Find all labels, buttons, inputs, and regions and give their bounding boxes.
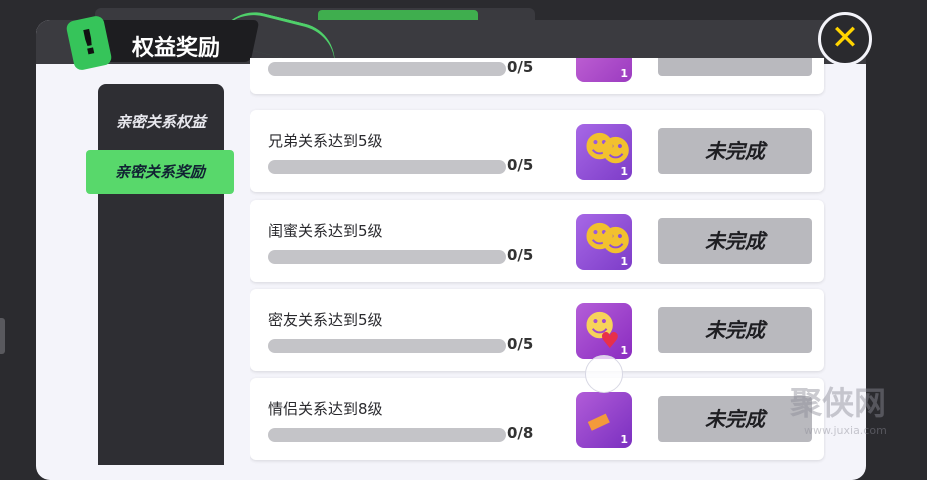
watermark: 聚侠网 www.juxia.com xyxy=(790,384,887,437)
task-row: 0/5 1 xyxy=(250,58,824,94)
besties-icon[interactable]: ☻ ☻ 1 xyxy=(576,214,632,270)
close-button[interactable]: ✕ xyxy=(818,12,872,66)
incomplete-button[interactable]: 未完成 xyxy=(658,396,812,442)
panel-header: ! 权益奖励 xyxy=(30,4,343,72)
task-row: 情侣关系达到8级 0/8 ▬ 1 未完成 xyxy=(250,378,824,460)
task-label: 兄弟关系达到5级 xyxy=(268,132,383,150)
touch-indicator xyxy=(585,355,623,393)
task-row: 兄弟关系达到5级 0/5 ☻ ☻ 1 未完成 xyxy=(250,110,824,192)
task-label: 闺蜜关系达到5级 xyxy=(268,222,383,240)
close-friends-icon[interactable]: ☻ ♥ 1 xyxy=(576,303,632,359)
progress-bar xyxy=(268,250,506,264)
progress-bar xyxy=(268,339,506,353)
page-title: 权益奖励 xyxy=(132,36,221,61)
status-button[interactable] xyxy=(658,58,812,76)
progress-text: 0/5 xyxy=(507,335,534,353)
incomplete-button[interactable]: 未完成 xyxy=(658,218,812,264)
progress-bar xyxy=(268,428,506,442)
progress-bar xyxy=(268,62,506,76)
tab-intimacy-rights[interactable]: 亲密关系权益 xyxy=(98,100,224,144)
brothers-icon[interactable]: ☻ ☻ 1 xyxy=(576,124,632,180)
task-row: 密友关系达到5级 0/5 ☻ ♥ 1 未完成 xyxy=(250,289,824,371)
task-label: 密友关系达到5级 xyxy=(268,311,383,329)
task-list[interactable]: 0/5 1 兄弟关系达到5级 0/5 ☻ ☻ 1 未完成 闺蜜关系达到5级 0/5… xyxy=(250,58,826,465)
incomplete-button[interactable]: 未完成 xyxy=(658,128,812,174)
left-edge-handle xyxy=(0,318,5,354)
task-row: 闺蜜关系达到5级 0/5 ☻ ☻ 1 未完成 xyxy=(250,200,824,282)
pink-item-icon[interactable]: 1 xyxy=(576,58,632,82)
progress-text: 0/5 xyxy=(507,58,534,76)
progress-text: 0/8 xyxy=(507,424,534,442)
incomplete-button[interactable]: 未完成 xyxy=(658,307,812,353)
sidebar: 亲密关系权益 亲密关系奖励 xyxy=(86,84,234,465)
couple-item-icon[interactable]: ▬ 1 xyxy=(576,392,632,448)
task-label: 情侣关系达到8级 xyxy=(268,400,383,418)
progress-text: 0/5 xyxy=(507,246,534,264)
tab-intimacy-rewards[interactable]: 亲密关系奖励 xyxy=(86,150,234,194)
progress-text: 0/5 xyxy=(507,156,534,174)
progress-bar xyxy=(268,160,506,174)
